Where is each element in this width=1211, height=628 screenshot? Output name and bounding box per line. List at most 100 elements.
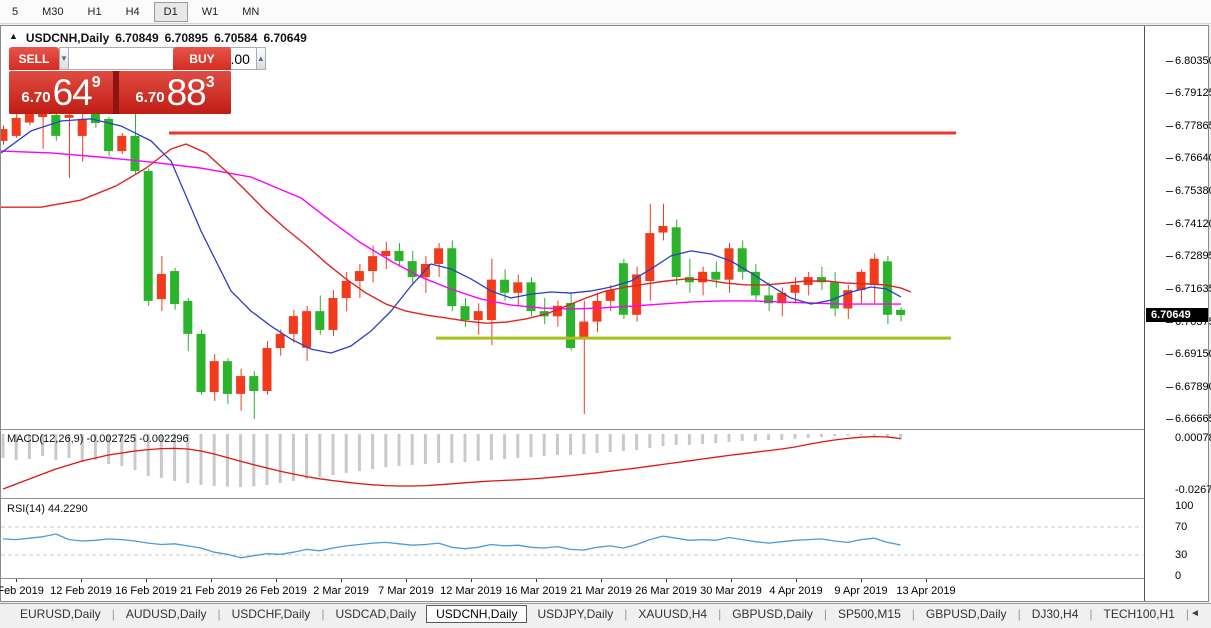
- rsi-axis-label: 30: [1175, 549, 1188, 561]
- rsi-line: [2, 533, 901, 559]
- candle-body: [222, 361, 232, 394]
- macd-histogram-bar: [608, 434, 612, 452]
- macd-histogram-bar: [1, 434, 5, 458]
- macd-histogram-bar: [714, 434, 718, 443]
- tabs-scroll-left-icon[interactable]: ◄: [1190, 608, 1200, 619]
- tab-tech100-h1[interactable]: TECH100,H1: [1094, 606, 1185, 622]
- date-axis-label: 21 Feb 2019: [180, 585, 242, 597]
- candle-body: [90, 113, 100, 124]
- candle-body: [38, 113, 48, 118]
- candle-body: [156, 273, 166, 300]
- volume-stepper: ▼ ▲: [59, 47, 266, 70]
- timeframe-toolbar: 5 M30 H1 H4 D1 W1 MN: [0, 0, 1211, 24]
- tab-dj30-h4[interactable]: DJ30,H4: [1022, 606, 1089, 622]
- tab-usdcad-daily[interactable]: USDCAD,Daily: [325, 606, 426, 622]
- candle-body: [645, 233, 655, 282]
- candle-body: [262, 348, 272, 392]
- price-axis-tick: [1166, 158, 1173, 160]
- rsi-indicator-panel[interactable]: [1, 500, 1143, 578]
- candle-body: [51, 114, 61, 136]
- date-axis[interactable]: 7 Feb 2019 12 Feb 201916 Feb 201921 Feb 2…: [0, 578, 1143, 601]
- candle-body: [447, 248, 457, 307]
- date-axis-label: 4 Apr 2019: [769, 585, 823, 597]
- tab-sp500-m15[interactable]: SP500,M15: [828, 606, 911, 622]
- macd-histogram-bar: [463, 434, 467, 462]
- date-axis-label: 30 Mar 2019: [700, 585, 762, 597]
- candle-body: [117, 135, 127, 152]
- macd-label: MACD(12,26,9) -0.002725 -0.002296: [7, 433, 189, 445]
- timeframe-button-d1[interactable]: D1: [153, 1, 188, 22]
- current-price-tag: 6.70649: [1146, 308, 1208, 323]
- macd-histogram-bar: [450, 434, 454, 463]
- macd-histogram-bar: [833, 434, 837, 436]
- tab-eurusd-daily[interactable]: EURUSD,Daily: [10, 606, 111, 622]
- date-axis-label: 12 Mar 2019: [440, 585, 502, 597]
- candle-body: [275, 333, 285, 349]
- high-value: 6.70895: [164, 31, 209, 45]
- buy-price-box[interactable]: 6.70 88 3: [119, 71, 231, 114]
- timeframe-button-m30[interactable]: M30: [32, 2, 73, 22]
- price-axis-tick: [1166, 224, 1173, 226]
- timeframe-button-w1[interactable]: W1: [192, 2, 229, 22]
- chart-plot-area[interactable]: ▲ USDCNH,Daily 6.70849 6.70895 6.70584 6…: [0, 26, 1208, 601]
- collapse-icon[interactable]: ▲: [9, 31, 18, 45]
- price-axis-tick: [1166, 93, 1173, 95]
- candle-body: [592, 300, 602, 322]
- candle-body: [711, 271, 721, 280]
- candle-body: [790, 284, 800, 293]
- candle-body: [473, 311, 483, 321]
- timeframe-button-5[interactable]: 5: [2, 2, 28, 22]
- candle-body: [341, 281, 351, 299]
- low-value: 6.70584: [214, 31, 258, 45]
- candle-body: [302, 311, 312, 348]
- sell-price-box[interactable]: 6.70 64 9: [9, 71, 113, 114]
- tab-xauusd-h4[interactable]: XAUUSD,H4: [628, 606, 717, 622]
- price-axis-tick: [1166, 289, 1173, 291]
- macd-histogram-bar: [384, 434, 388, 467]
- chart-window: ▲ USDCNH,Daily 6.70849 6.70895 6.70584 6…: [0, 25, 1211, 602]
- candle-body: [209, 361, 219, 393]
- price-axis-label: 6.75380: [1175, 185, 1211, 198]
- tab-gbpusd-daily[interactable]: GBPUSD,Daily: [916, 606, 1017, 622]
- close-value: 6.70649: [263, 31, 307, 45]
- tab-audusd-daily[interactable]: AUDUSD,Daily: [116, 606, 217, 622]
- tab-usdchf-daily[interactable]: USDCHF,Daily: [222, 606, 321, 622]
- candle-body: [11, 117, 21, 136]
- candle-body: [236, 376, 246, 394]
- sell-button[interactable]: SELL: [9, 47, 59, 70]
- volume-increase-button[interactable]: ▲: [255, 47, 266, 70]
- candle-body: [394, 250, 404, 262]
- candle-body: [77, 118, 87, 136]
- macd-histogram-bar: [542, 434, 546, 456]
- buy-price-big: 88: [166, 72, 207, 113]
- price-axis[interactable]: 6.70649 6.80350 6.79125 6.77865 6.76640 6.75…: [1144, 26, 1211, 601]
- macd-histogram-bar: [753, 434, 757, 441]
- date-axis-label: 7 Mar 2019: [378, 585, 434, 597]
- timeframe-button-h4[interactable]: H4: [116, 2, 150, 22]
- price-axis-label: 6.74120: [1175, 218, 1211, 231]
- sell-price-pip: 9: [91, 74, 101, 91]
- rsi-axis-label: 100: [1175, 500, 1194, 512]
- macd-histogram-bar: [674, 434, 678, 445]
- symbol-tabbar: EURUSD,Daily | AUDUSD,Daily | USDCHF,Daily | U…: [0, 603, 1211, 623]
- price-axis-label: 6.72895: [1175, 250, 1211, 263]
- volume-decrease-button[interactable]: ▼: [59, 47, 69, 70]
- candle-body: [698, 271, 708, 283]
- date-axis-label: 21 Mar 2019: [570, 585, 632, 597]
- tab-usdcnh-daily[interactable]: USDCNH,Daily: [426, 604, 528, 623]
- timeframe-button-mn[interactable]: MN: [232, 2, 269, 22]
- timeframe-button-h1[interactable]: H1: [78, 2, 112, 22]
- tab-gbpusd-daily[interactable]: GBPUSD,Daily: [722, 606, 823, 622]
- buy-button[interactable]: BUY: [173, 47, 231, 70]
- panel-separator[interactable]: [1, 429, 1208, 431]
- candle-body: [143, 171, 153, 301]
- price-axis-tick: [1166, 61, 1173, 62]
- price-axis-tick: [1166, 126, 1173, 128]
- price-axis-tick: [1166, 256, 1173, 258]
- panel-separator[interactable]: [1, 498, 1208, 500]
- candle-body: [513, 282, 523, 293]
- macd-histogram-bar: [265, 434, 269, 485]
- tab-usdjpy-daily[interactable]: USDJPY,Daily: [527, 606, 623, 622]
- macd-histogram-bar: [555, 434, 559, 455]
- date-axis-label: 2 Mar 2019: [313, 585, 369, 597]
